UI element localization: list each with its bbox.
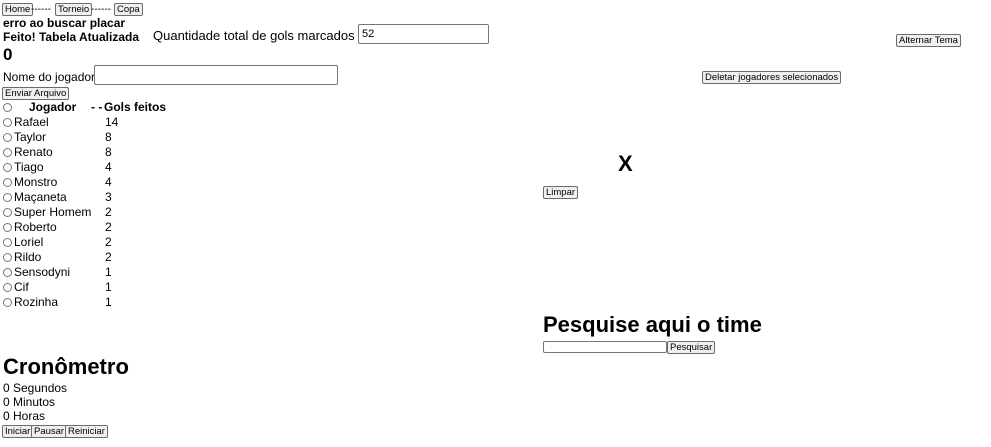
search-button[interactable]: Pesquisar [667,341,716,354]
player-name: Cif [14,280,29,294]
table-row: Maçaneta 3 [3,190,203,205]
player-name: Tiago [14,160,44,174]
select-all-radio[interactable] [3,103,12,112]
table-row: Tiago 4 [3,160,203,175]
table-row: Sensodyni 1 [3,265,203,280]
total-goals-input[interactable] [358,24,489,44]
player-name: Loriel [14,235,44,249]
table-row: Renato 8 [3,145,203,160]
row-select-radio[interactable] [3,283,12,292]
row-select-radio[interactable] [3,178,12,187]
team-search-input[interactable] [543,341,667,353]
table-row: Monstro 4 [3,175,203,190]
submit-file-button[interactable]: Enviar Arquivo [2,87,70,100]
nav-torneio-button[interactable]: Torneio [55,3,93,16]
player-name: Rafael [14,115,49,129]
table-header-player: Jogador [29,100,77,114]
table-row: Super Homem 2 [3,205,203,220]
nav-home-button[interactable]: Home [2,3,34,16]
player-goals: 1 [105,295,112,309]
table-header-separator: - - [91,100,103,114]
row-select-radio[interactable] [3,163,12,172]
row-select-radio[interactable] [3,238,12,247]
table-row: Rozinha 1 [3,295,203,310]
player-name: Rildo [14,250,42,264]
player-goals: 8 [105,145,112,159]
stopwatch-seconds: 0 Segundos [3,381,68,395]
row-select-radio[interactable] [3,268,12,277]
player-goals: 14 [105,115,119,129]
player-name: Maçaneta [14,190,67,204]
row-select-radio[interactable] [3,208,12,217]
player-goals: 3 [105,190,112,204]
row-select-radio[interactable] [3,223,12,232]
clear-button[interactable]: Limpar [543,186,579,199]
row-select-radio[interactable] [3,118,12,127]
player-goals: 1 [105,265,112,279]
stopwatch-start-button[interactable]: Iniciar [2,425,34,438]
versus-label: X [618,151,633,176]
player-name: Renato [14,145,53,159]
table-row: Loriel 2 [3,235,203,250]
player-name-input[interactable] [94,65,338,85]
player-name: Super Homem [14,205,92,219]
toggle-theme-button[interactable]: Alternar Tema [896,34,961,47]
row-select-radio[interactable] [3,193,12,202]
table-row: Roberto 2 [3,220,203,235]
player-goals: 4 [105,175,112,189]
player-name: Taylor [14,130,47,144]
row-select-radio[interactable] [3,253,12,262]
table-row: Cif 1 [3,280,203,295]
stopwatch-pause-button[interactable]: Pausar [31,425,68,438]
stopwatch-restart-button[interactable]: Reiniciar [65,425,108,438]
player-name: Sensodyni [14,265,71,279]
player-goals: 2 [105,250,112,264]
row-select-radio[interactable] [3,148,12,157]
player-name: Monstro [14,175,58,189]
player-name: Rozinha [14,295,59,309]
nav-separator: ------ [31,4,51,15]
player-goals: 4 [105,160,112,174]
nav-copa-button[interactable]: Copa [114,3,143,16]
stopwatch-hours: 0 Horas [3,409,46,423]
row-select-radio[interactable] [3,133,12,142]
table-row: Taylor 8 [3,130,203,145]
delete-selected-button[interactable]: Deletar jogadores selecionados [702,71,842,84]
player-goals: 8 [105,130,112,144]
table-row: Rafael 14 [3,115,203,130]
player-name-label: Nome do jogador [3,70,96,84]
status-success-text: Feito! Tabela Atualizada [3,30,140,44]
stopwatch-title: Cronômetro [3,354,129,379]
goal-counter: 0 [3,45,13,64]
player-goals: 2 [105,235,112,249]
total-goals-label: Quantidade total de gols marcados [153,28,355,43]
row-select-radio[interactable] [3,298,12,307]
player-goals: 2 [105,205,112,219]
nav-separator: ------ [91,4,111,15]
table-row: Rildo 2 [3,250,203,265]
player-name: Roberto [14,220,57,234]
player-goals: 2 [105,220,112,234]
stopwatch-minutes: 0 Minutos [3,395,56,409]
table-header-goals: Gols feitos [104,100,167,114]
search-title: Pesquise aqui o time [543,312,762,337]
player-goals: 1 [105,280,112,294]
status-error-text: erro ao buscar placar [3,16,126,30]
